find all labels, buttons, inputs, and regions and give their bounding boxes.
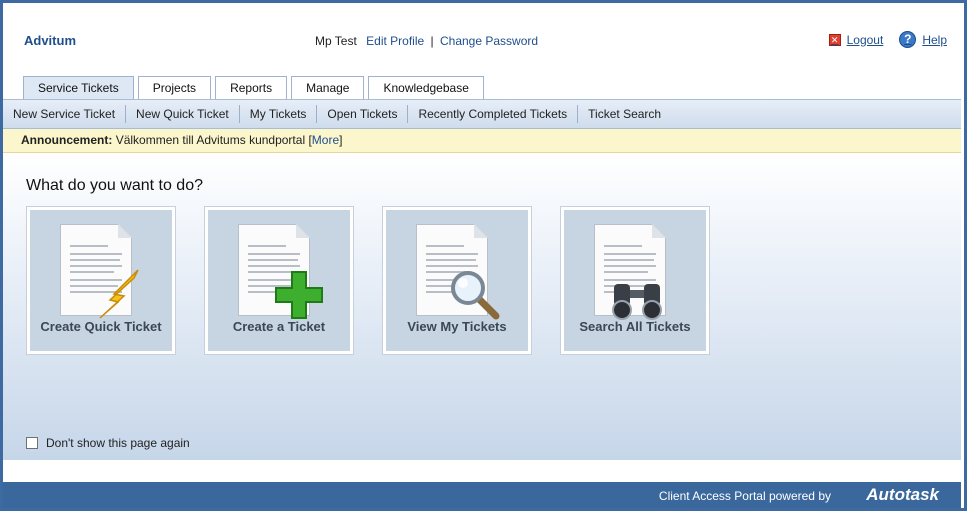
subnav-open-tickets[interactable]: Open Tickets <box>317 105 409 123</box>
user-box: Mp Test Edit Profile | Change Password <box>315 34 538 48</box>
magnifier-icon <box>451 271 500 320</box>
dont-show-label: Don't show this page again <box>46 436 190 450</box>
announcement-more-link[interactable]: More <box>312 133 339 147</box>
search-all-tickets-card[interactable]: Search All Tickets <box>560 206 710 355</box>
create-quick-ticket-card[interactable]: Create Quick Ticket <box>26 206 176 355</box>
announcement-bracket-close: ] <box>339 133 343 147</box>
card-inner: Create Quick Ticket <box>30 210 172 351</box>
card-label: View My Tickets <box>407 319 507 334</box>
announcement-text: Välkommen till Advitums kundportal <box>115 133 306 147</box>
card-inner: Search All Tickets <box>564 210 706 351</box>
card-inner: Create a Ticket <box>208 210 350 351</box>
create-ticket-card[interactable]: Create a Ticket <box>204 206 354 355</box>
view-my-tickets-card[interactable]: View My Tickets <box>382 206 532 355</box>
help-icon: ? <box>899 31 917 48</box>
binoculars-icon <box>612 284 662 320</box>
logout-link[interactable]: ✕ Logout <box>828 32 884 47</box>
footer-text: Client Access Portal powered by <box>658 489 831 503</box>
user-name: Mp Test <box>315 34 357 48</box>
card-label: Create a Ticket <box>232 319 326 334</box>
announcement-bar: Announcement: Välkommen till Advitums ku… <box>3 129 961 153</box>
announcement-label: Announcement: <box>21 133 113 147</box>
tab-projects[interactable]: Projects <box>137 76 212 99</box>
main-tabs: Service Tickets Projects Reports Manage … <box>23 76 484 99</box>
help-link[interactable]: ? Help <box>899 31 947 48</box>
dont-show-again: Don't show this page again <box>26 436 190 450</box>
change-password-link[interactable]: Change Password <box>440 34 538 48</box>
edit-profile-link[interactable]: Edit Profile <box>366 34 424 48</box>
top-links: ✕ Logout ? Help <box>828 31 947 48</box>
subnav-recently-completed-tickets[interactable]: Recently Completed Tickets <box>408 105 579 123</box>
lightning-icon <box>99 269 139 319</box>
tab-reports[interactable]: Reports <box>215 76 288 99</box>
page-question: What do you want to do? <box>26 177 203 194</box>
page-header: Advitum Mp Test Edit Profile | Change Pa… <box>3 3 961 76</box>
tab-knowledgebase[interactable]: Knowledgebase <box>368 76 484 99</box>
brand-name: Advitum <box>24 33 76 48</box>
logout-label: Logout <box>846 32 884 47</box>
autotask-logo: Autotask <box>866 485 939 504</box>
card-label: Create Quick Ticket <box>40 319 162 334</box>
subnav-my-tickets[interactable]: My Tickets <box>240 105 318 123</box>
tab-service-tickets[interactable]: Service Tickets <box>23 76 134 99</box>
subnav-ticket-search[interactable]: Ticket Search <box>578 105 671 123</box>
dont-show-checkbox[interactable] <box>26 437 38 449</box>
subnav-new-quick-ticket[interactable]: New Quick Ticket <box>126 105 240 123</box>
main-content: What do you want to do? Create Quick Tic… <box>3 153 961 460</box>
sub-navigation: New Service Ticket New Quick Ticket My T… <box>3 99 961 129</box>
subnav-new-service-ticket[interactable]: New Service Ticket <box>3 105 127 123</box>
card-label: Search All Tickets <box>579 319 691 334</box>
help-label: Help <box>922 32 947 47</box>
page-footer: Client Access Portal powered by Autotask <box>3 482 961 508</box>
logout-icon: ✕ <box>828 33 841 46</box>
tab-manage[interactable]: Manage <box>291 76 365 99</box>
plus-icon <box>275 271 323 319</box>
card-inner: View My Tickets <box>386 210 528 351</box>
link-separator: | <box>430 34 434 48</box>
